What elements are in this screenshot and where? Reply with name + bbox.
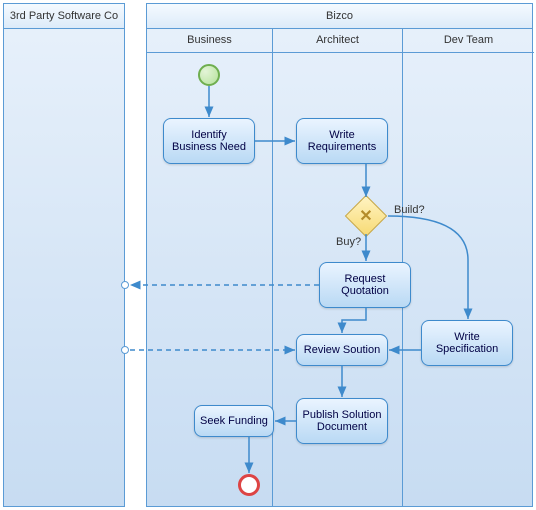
lane-header: Architect xyxy=(273,28,402,53)
bpmn-diagram: 3rd Party Software Co Bizco Business Arc… xyxy=(0,0,536,510)
gateway-buy-label: Buy? xyxy=(336,236,361,248)
message-endpoint xyxy=(121,346,129,354)
pool-header: Bizco xyxy=(147,4,532,29)
lane-devteam: Dev Team xyxy=(403,28,534,506)
task-request-quotation: Request Quotation xyxy=(319,262,411,308)
task-write-specification: Write Specification xyxy=(421,320,513,366)
end-event xyxy=(238,474,260,496)
message-endpoint xyxy=(121,281,129,289)
lane-header: Dev Team xyxy=(403,28,534,53)
task-review-solution: Review Soution xyxy=(296,334,388,366)
lane-header: Business xyxy=(147,28,272,53)
task-identify-business-need: Identify Business Need xyxy=(163,118,255,164)
task-write-requirements: Write Requirements xyxy=(296,118,388,164)
pool-third-party: 3rd Party Software Co xyxy=(3,3,125,507)
gateway-build-label: Build? xyxy=(394,204,425,216)
pool-header: 3rd Party Software Co xyxy=(4,4,124,29)
start-event xyxy=(198,64,220,86)
task-publish-solution: Publish Solution Document xyxy=(296,398,388,444)
task-seek-funding: Seek Funding xyxy=(194,405,274,437)
